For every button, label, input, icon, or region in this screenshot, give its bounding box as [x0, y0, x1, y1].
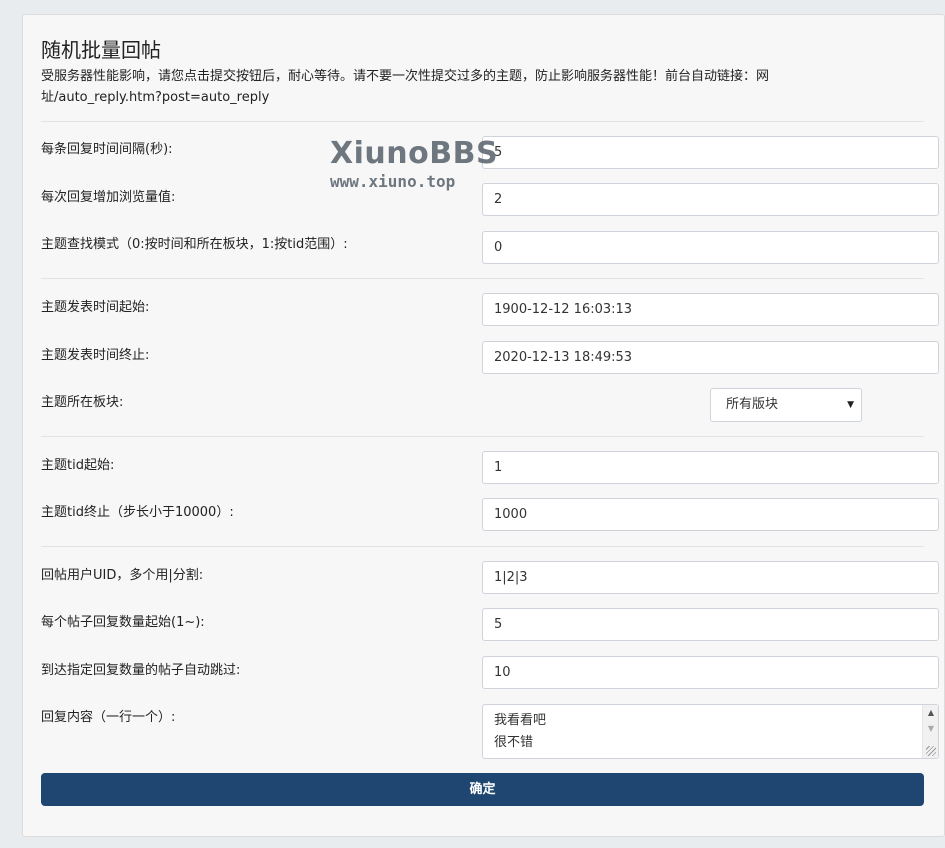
forum-label: 主题所在板块: [41, 395, 124, 410]
tid-end-label: 主题tid终止（步长小于10000）: [41, 505, 234, 520]
watermark-url: www.xiuno.top [330, 172, 456, 191]
interval-label: 每条回复时间间隔(秒): [41, 142, 173, 157]
skip-threshold-label: 到达指定回复数量的帖子自动跳过: [41, 663, 241, 678]
divider [41, 546, 924, 547]
time-start-input[interactable]: 1900-12-12 16:03:13 [482, 293, 939, 326]
time-start-label: 主题发表时间起始: [41, 300, 150, 315]
scroll-down-arrow-icon[interactable]: ▼ [923, 722, 939, 736]
time-end-input[interactable]: 2020-12-13 18:49:53 [482, 341, 939, 374]
reply-count-start-label: 每个帖子回复数量起始(1~): [41, 615, 205, 630]
watermark-brand: XiunoBBS [330, 136, 499, 171]
reply-content-textarea[interactable]: 我看看吧 很不错 ▲ ▼ [482, 704, 939, 759]
tid-start-input[interactable]: 1 [482, 451, 939, 484]
time-end-label: 主题发表时间终止: [41, 348, 150, 363]
divider [41, 278, 924, 279]
divider [41, 436, 924, 437]
watermark: XiunoBBS www.xiuno.top [330, 138, 498, 192]
user-uids-input[interactable]: 1|2|3 [482, 561, 939, 594]
forum-select[interactable]: 所有版块 ▼ [710, 388, 862, 422]
interval-input[interactable]: 5 [482, 136, 939, 169]
page-title: 随机批量回帖 [41, 38, 161, 62]
page-description: 受服务器性能影响，请您点击提交按钮后，耐心等待。请不要一次性提交过多的主题，防止… [41, 69, 770, 105]
reply-count-start-input[interactable]: 5 [482, 608, 939, 641]
search-mode-input[interactable]: 0 [482, 231, 939, 264]
submit-button[interactable]: 确定 [41, 773, 924, 806]
reply-content-line: 很不错 [494, 735, 534, 750]
forum-select-value: 所有版块 [726, 397, 779, 412]
views-increment-input[interactable]: 2 [482, 183, 939, 216]
skip-threshold-input[interactable]: 10 [482, 656, 939, 689]
user-uids-label: 回帖用户UID，多个用|分割: [41, 568, 204, 583]
chevron-down-icon: ▼ [847, 400, 854, 410]
resize-handle-icon[interactable] [926, 746, 936, 756]
tid-start-label: 主题tid起始: [41, 458, 115, 473]
divider [41, 121, 924, 122]
reply-content-label: 回复内容（一行一个）: [41, 710, 176, 725]
search-mode-label: 主题查找模式（0:按时间和所在板块，1:按tid范围）: [41, 237, 348, 252]
scroll-up-arrow-icon[interactable]: ▲ [923, 706, 939, 720]
reply-content-line: 我看看吧 [494, 713, 547, 728]
views-increment-label: 每次回复增加浏览量值: [41, 190, 176, 205]
tid-end-input[interactable]: 1000 [482, 498, 939, 531]
